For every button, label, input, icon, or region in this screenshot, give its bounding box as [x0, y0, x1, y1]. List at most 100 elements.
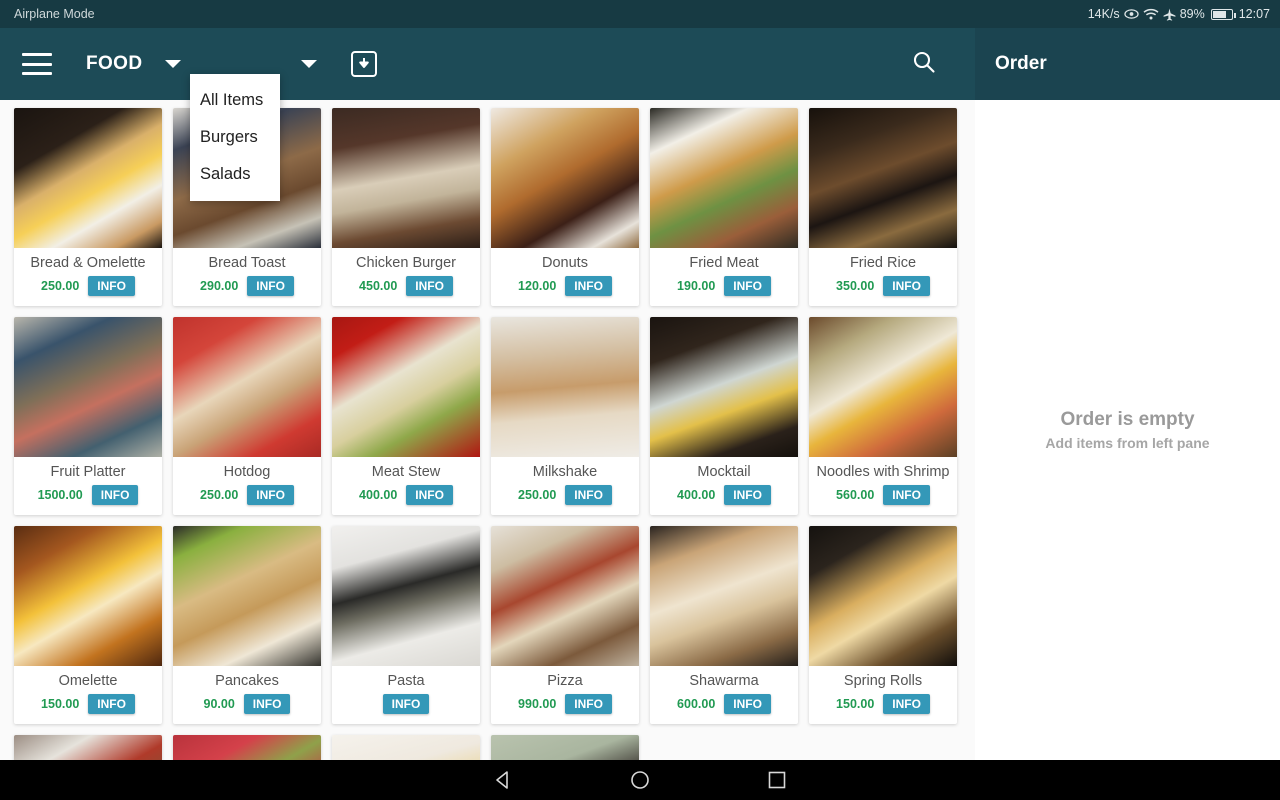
food-item-action-row: 120.00 INFO: [491, 273, 639, 306]
order-pane-header: Order: [975, 28, 1280, 100]
category-dropdown-menu[interactable]: All Items Burgers Salads: [190, 74, 280, 201]
food-item-name: Fried Rice: [849, 255, 917, 271]
food-item-action-row: 350.00 INFO: [809, 273, 957, 306]
food-item-image: [650, 526, 798, 666]
food-item-image: [173, 317, 321, 457]
toolbar-title: FOOD: [86, 53, 143, 74]
food-item-action-row: 290.00 INFO: [173, 273, 321, 306]
food-item-info-button[interactable]: INFO: [88, 694, 135, 714]
food-item-info-button[interactable]: INFO: [406, 485, 453, 505]
food-item-card[interactable]: Chicken Burger 450.00 INFO: [332, 108, 480, 306]
food-item-card[interactable]: Fruit Platter 1500.00 INFO: [14, 317, 162, 515]
food-item-info-button[interactable]: INFO: [724, 485, 771, 505]
battery-icon: [1210, 8, 1236, 20]
food-item-info-button[interactable]: INFO: [883, 276, 930, 296]
food-item-card[interactable]: Milkshake 250.00 INFO: [491, 317, 639, 515]
food-item-card[interactable]: Spring Rolls 150.00 INFO: [809, 526, 957, 724]
food-item-price: 400.00: [359, 488, 398, 502]
dropdown-item-all-items[interactable]: All Items: [190, 82, 280, 119]
chevron-down-icon[interactable]: [164, 60, 181, 68]
food-item-price: 120.00: [518, 279, 557, 293]
food-item-info-button[interactable]: INFO: [565, 276, 612, 296]
food-item-action-row: 990.00 INFO: [491, 691, 639, 724]
food-item-card[interactable]: Pizza 990.00 INFO: [491, 526, 639, 724]
food-item-image: [14, 526, 162, 666]
food-item-price: 600.00: [677, 697, 716, 711]
battery-percent-label: 89%: [1179, 7, 1205, 21]
food-item-card[interactable]: Pancakes 90.00 INFO: [173, 526, 321, 724]
status-airplane-mode-label: Airplane Mode: [14, 7, 95, 21]
food-item-image: [491, 526, 639, 666]
food-item-card[interactable]: Meat Stew 400.00 INFO: [332, 317, 480, 515]
order-empty-state: Order is empty Add items from left pane: [975, 100, 1280, 760]
food-item-card[interactable]: Shawarma 600.00 INFO: [650, 526, 798, 724]
food-item-image: [332, 317, 480, 457]
food-item-info-button[interactable]: INFO: [88, 276, 135, 296]
food-item-name: Meat Stew: [371, 464, 441, 480]
food-item-price: 990.00: [518, 697, 557, 711]
food-item-price: 190.00: [677, 279, 716, 293]
android-navigation-bar: [0, 760, 1280, 800]
food-item-price: 90.00: [203, 697, 235, 711]
food-item-price: 400.00: [677, 488, 716, 502]
app-root: FOOD Bread & Omelette 250.00 INFO Bread Toa…: [0, 28, 1280, 760]
food-item-name: Chicken Burger: [356, 255, 456, 271]
food-item-info-button[interactable]: INFO: [91, 485, 139, 505]
food-item-info-button[interactable]: INFO: [565, 694, 612, 714]
food-item-image: [809, 108, 957, 248]
food-item-image: [14, 108, 162, 248]
dropdown-item-burgers[interactable]: Burgers: [190, 119, 280, 156]
food-item-card[interactable]: Noodles with Shrimp 560.00 INFO: [809, 317, 957, 515]
food-item-price: 450.00: [359, 279, 398, 293]
food-item-name: Noodles with Shrimp: [816, 464, 950, 480]
airplane-icon: [1163, 8, 1176, 21]
food-item-card[interactable]: Hotdog 250.00 INFO: [173, 317, 321, 515]
food-item-card[interactable]: Mocktail 400.00 INFO: [650, 317, 798, 515]
food-item-info-button[interactable]: INFO: [883, 485, 930, 505]
food-item-card[interactable]: [14, 735, 162, 760]
food-item-name: Pancakes: [215, 673, 279, 689]
food-item-card[interactable]: Pasta INFO: [332, 526, 480, 724]
back-triangle-icon[interactable]: [462, 769, 544, 791]
food-item-card[interactable]: Omelette 150.00 INFO: [14, 526, 162, 724]
food-item-info-button[interactable]: INFO: [724, 276, 771, 296]
food-item-info-button[interactable]: INFO: [406, 276, 453, 296]
food-item-info-button[interactable]: INFO: [724, 694, 771, 714]
food-item-card[interactable]: [173, 735, 321, 760]
food-item-card[interactable]: Bread & Omelette 250.00 INFO: [14, 108, 162, 306]
food-item-name: Omelette: [58, 673, 118, 689]
food-item-card[interactable]: [332, 735, 480, 760]
dropdown-item-salads[interactable]: Salads: [190, 156, 280, 193]
recents-square-icon[interactable]: [736, 769, 818, 791]
food-item-info-button[interactable]: INFO: [247, 485, 294, 505]
food-item-card[interactable]: Fried Meat 190.00 INFO: [650, 108, 798, 306]
food-item-name: Mocktail: [697, 464, 751, 480]
chevron-down-icon-secondary[interactable]: [300, 60, 317, 68]
food-item-action-row: 250.00 INFO: [491, 482, 639, 515]
food-item-price: 250.00: [200, 488, 239, 502]
food-item-image: [809, 317, 957, 457]
food-item-info-button[interactable]: INFO: [243, 694, 291, 714]
items-grid-scroll-area[interactable]: Bread & Omelette 250.00 INFO Bread Toast 290…: [0, 100, 975, 760]
food-item-card[interactable]: Donuts 120.00 INFO: [491, 108, 639, 306]
app-toolbar: FOOD: [0, 28, 975, 100]
food-item-action-row: 190.00 INFO: [650, 273, 798, 306]
food-item-info-button[interactable]: INFO: [247, 276, 294, 296]
food-item-card[interactable]: [491, 735, 639, 760]
home-circle-icon[interactable]: [599, 769, 681, 791]
import-download-icon[interactable]: [350, 51, 377, 77]
order-empty-title: Order is empty: [1060, 409, 1195, 430]
food-item-info-button[interactable]: INFO: [382, 694, 430, 714]
hamburger-menu-icon[interactable]: [22, 53, 52, 75]
food-item-action-row: INFO: [332, 691, 480, 724]
android-status-bar: Airplane Mode 14K/s 89% 12:07: [0, 0, 1280, 28]
food-item-name: Hotdog: [223, 464, 271, 480]
food-item-image: [332, 735, 480, 760]
food-item-action-row: 150.00 INFO: [14, 691, 162, 724]
food-item-card[interactable]: Fried Rice 350.00 INFO: [809, 108, 957, 306]
food-item-info-button[interactable]: INFO: [565, 485, 612, 505]
network-speed-label: 14K/s: [1087, 7, 1120, 21]
search-icon[interactable]: [911, 49, 937, 80]
left-pane: FOOD Bread & Omelette 250.00 INFO Bread Toa…: [0, 28, 975, 760]
food-item-info-button[interactable]: INFO: [883, 694, 930, 714]
